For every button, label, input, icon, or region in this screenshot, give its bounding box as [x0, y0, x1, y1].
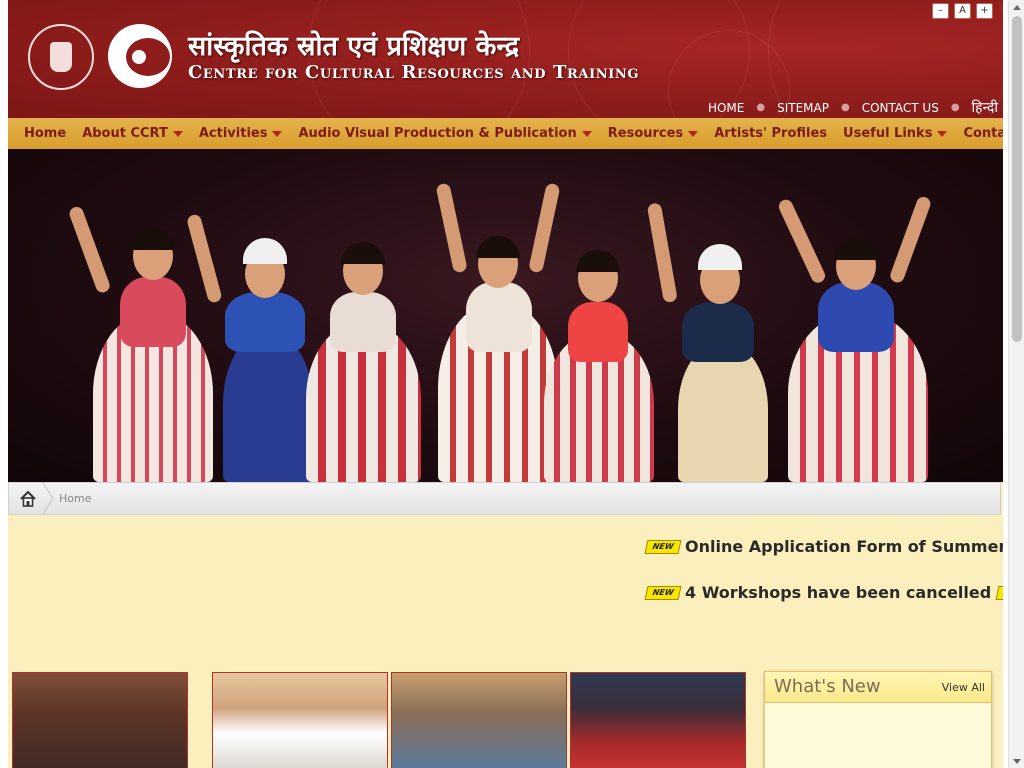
government-emblem-icon [28, 24, 94, 90]
nav-label: Contact Us [963, 126, 1003, 141]
top-links: HOME ● SITEMAP ● CONTACT US ● हिन्दी [708, 98, 998, 117]
whats-new-header: What's New View All [765, 672, 991, 703]
nav-label: Artists' Profiles [714, 126, 828, 141]
breadcrumb: Home [8, 482, 1001, 515]
news-item[interactable]: NEW 4 Workshops have been cancelled NEW … [644, 583, 1003, 602]
photo-tile-student-group[interactable] [570, 672, 746, 768]
news-text: Online Application Form of Summer Festi [685, 537, 1003, 556]
photo-tile-children-workshop[interactable] [391, 672, 567, 768]
page: सांस्कृतिक स्रोत एवं प्रशिक्षण केन्द्र C… [8, 0, 1003, 768]
site-title-hindi: सांस्कृतिक स्रोत एवं प्रशिक्षण केन्द्र [188, 31, 520, 62]
scroll-up-arrow-icon[interactable] [1009, 0, 1024, 14]
ccrt-logo[interactable] [108, 24, 172, 88]
news-ticker: NEW Online Application Form of Summer Fe… [8, 525, 1003, 625]
nav-home[interactable]: Home [8, 126, 74, 141]
scrollbar-thumb[interactable] [1012, 16, 1022, 342]
dropdown-arrow-icon [272, 131, 283, 137]
view-all-link[interactable]: View All [942, 681, 985, 694]
vertical-scrollbar[interactable] [1008, 0, 1024, 768]
decrease-font-button[interactable]: – [932, 3, 949, 19]
dancer-figure [298, 222, 428, 482]
home-icon[interactable] [19, 490, 37, 508]
nav-label: About CCRT [82, 126, 168, 141]
breadcrumb-separator-icon [42, 483, 54, 514]
news-text: 4 Workshops have been cancelled [685, 583, 992, 602]
nav-useful-links[interactable]: Useful Links [835, 126, 955, 141]
dropdown-arrow-icon [172, 131, 183, 137]
dropdown-arrow-icon [581, 131, 592, 137]
new-badge-icon: NEW [644, 585, 682, 600]
dropdown-arrow-icon [688, 131, 699, 137]
nav-about-ccrt[interactable]: About CCRT [74, 126, 191, 141]
nav-label: Audio Visual Production & Publication [298, 126, 577, 141]
top-link-sitemap[interactable]: SITEMAP [777, 101, 829, 115]
nav-audio-visual[interactable]: Audio Visual Production & Publication [290, 126, 599, 141]
new-badge-icon: NEW [644, 539, 682, 554]
site-header: सांस्कृतिक स्रोत एवं प्रशिक्षण केन्द्र C… [8, 0, 1003, 118]
photo-tile-dance-performance[interactable] [212, 672, 388, 768]
nav-label: Resources [607, 126, 684, 141]
top-link-contact-us[interactable]: CONTACT US [862, 101, 939, 115]
nav-label: Activities [198, 126, 268, 141]
site-title-english: Centre for Cultural Resources and Traini… [188, 62, 640, 83]
nav-artists-profiles[interactable]: Artists' Profiles [706, 126, 835, 141]
reset-font-button[interactable]: A [954, 3, 971, 19]
hindi-language-link[interactable]: हिन्दी [972, 98, 998, 117]
scroll-down-arrow-icon[interactable] [1009, 754, 1024, 768]
dancer-figure [646, 202, 778, 482]
main-nav: Home About CCRT Activities Audio Visual … [8, 118, 1003, 149]
nav-resources[interactable]: Resources [600, 126, 706, 141]
dropdown-arrow-icon [937, 131, 948, 137]
whats-new-panel: What's New View All [764, 671, 992, 768]
nav-label: Useful Links [843, 126, 933, 141]
link-separator: ● [756, 102, 766, 113]
increase-font-button[interactable]: + [976, 3, 993, 19]
photo-tile-seminar[interactable] [12, 672, 188, 768]
news-item[interactable]: NEW Online Application Form of Summer Fe… [644, 537, 1003, 556]
font-size-controls: – A + [932, 3, 993, 19]
nav-activities[interactable]: Activities [191, 126, 291, 141]
top-link-home[interactable]: HOME [708, 101, 744, 115]
dancer-figure [776, 182, 938, 482]
nav-label: Home [24, 126, 67, 141]
link-separator: ● [950, 102, 960, 113]
nav-contact-us[interactable]: Contact Us [955, 126, 1003, 141]
new-badge-icon: NEW [995, 585, 1003, 600]
whats-new-title: What's New [774, 676, 881, 697]
breadcrumb-current: Home [59, 492, 92, 505]
banner-photo-dancers [8, 149, 1003, 482]
link-separator: ● [840, 102, 850, 113]
dancer-figure [538, 232, 658, 482]
